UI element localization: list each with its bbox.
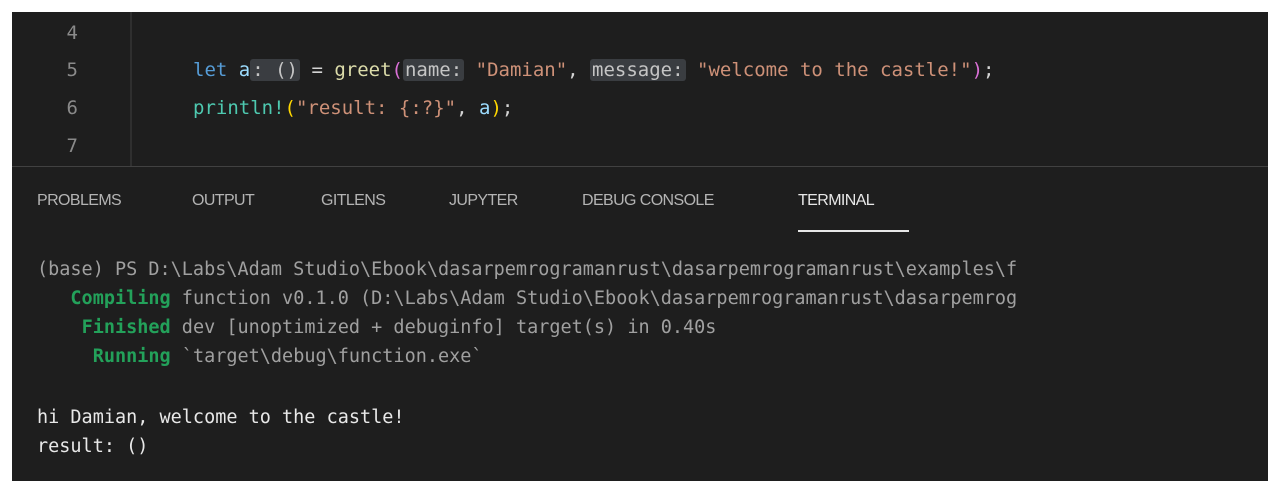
semicolon: ; <box>983 59 995 81</box>
open-paren: ( <box>284 97 296 119</box>
terminal-finished-line: Finished dev [unoptimized + debuginfo] t… <box>37 314 717 342</box>
assign-operator: = <box>300 59 335 81</box>
line-number: 6 <box>66 97 78 119</box>
string-arg-message: "welcome to the castle!" <box>697 59 972 81</box>
line-number-gutter: 4 5 6 7 <box>12 12 130 166</box>
comma: , <box>456 97 480 119</box>
terminal-prompt-line: (base) PS D:\Labs\Adam Studio\Ebook\dasa… <box>37 259 1018 280</box>
code-editor[interactable]: 4 5 6 7 let a: () = greet(name: "Damian"… <box>12 12 1268 166</box>
open-paren: ( <box>391 59 403 81</box>
tab-output[interactable]: OUTPUT <box>192 192 255 210</box>
terminal-running-line: Running `target\debug\function.exe` <box>37 343 483 371</box>
tab-problems[interactable]: PROBLEMS <box>37 192 122 210</box>
tab-terminal[interactable]: TERMINAL <box>798 192 875 210</box>
line-number: 7 <box>66 135 78 157</box>
comma: , <box>567 59 591 81</box>
cargo-status-running: Running <box>92 346 171 367</box>
program-output-line: hi Damian, welcome to the castle! <box>37 407 405 428</box>
active-tab-indicator <box>798 230 909 232</box>
code-line-5[interactable]: let a: () = greet(name: "Damian", messag… <box>193 55 994 85</box>
type-inlay-hint: : () <box>250 59 300 81</box>
line-number: 5 <box>66 59 78 81</box>
tab-debug-console[interactable]: DEBUG CONSOLE <box>582 192 714 210</box>
macro-println: println! <box>193 97 285 119</box>
param-inlay-hint-name: name: <box>402 59 465 81</box>
cargo-status-compiling: Compiling <box>70 288 171 309</box>
finished-details: dev [unoptimized + debuginfo] target(s) … <box>170 317 717 338</box>
string-arg-name: "Damian" <box>475 59 568 81</box>
semicolon: ; <box>501 97 514 119</box>
keyword-let: let <box>193 59 228 81</box>
program-output-line: result: () <box>37 436 149 457</box>
cargo-status-finished: Finished <box>81 317 171 338</box>
gutter-divider <box>130 12 132 166</box>
close-paren: ) <box>490 97 502 119</box>
function-greet: greet <box>334 59 392 81</box>
tab-jupyter[interactable]: JUPYTER <box>449 192 518 210</box>
running-details: `target\debug\function.exe` <box>170 346 483 367</box>
format-string: "result: {:?}" <box>295 97 457 119</box>
variable-a: a <box>479 97 491 119</box>
compiling-details: function v0.1.0 (D:\Labs\Adam Studio\Ebo… <box>170 288 1018 309</box>
close-paren: ) <box>971 59 984 81</box>
variable-a: a <box>238 59 251 81</box>
line-number: 4 <box>66 22 78 44</box>
terminal-compiling-line: Compiling function v0.1.0 (D:\Labs\Adam … <box>37 285 1017 313</box>
param-inlay-hint-message: message: <box>590 59 686 81</box>
tab-gitlens[interactable]: GITLENS <box>321 192 386 210</box>
code-line-6[interactable]: println!("result: {:?}", a); <box>193 93 513 123</box>
panel-tab-bar: PROBLEMS OUTPUT GITLENS JUPYTER DEBUG CO… <box>12 167 1268 237</box>
vscode-window: 4 5 6 7 let a: () = greet(name: "Damian"… <box>12 12 1268 481</box>
